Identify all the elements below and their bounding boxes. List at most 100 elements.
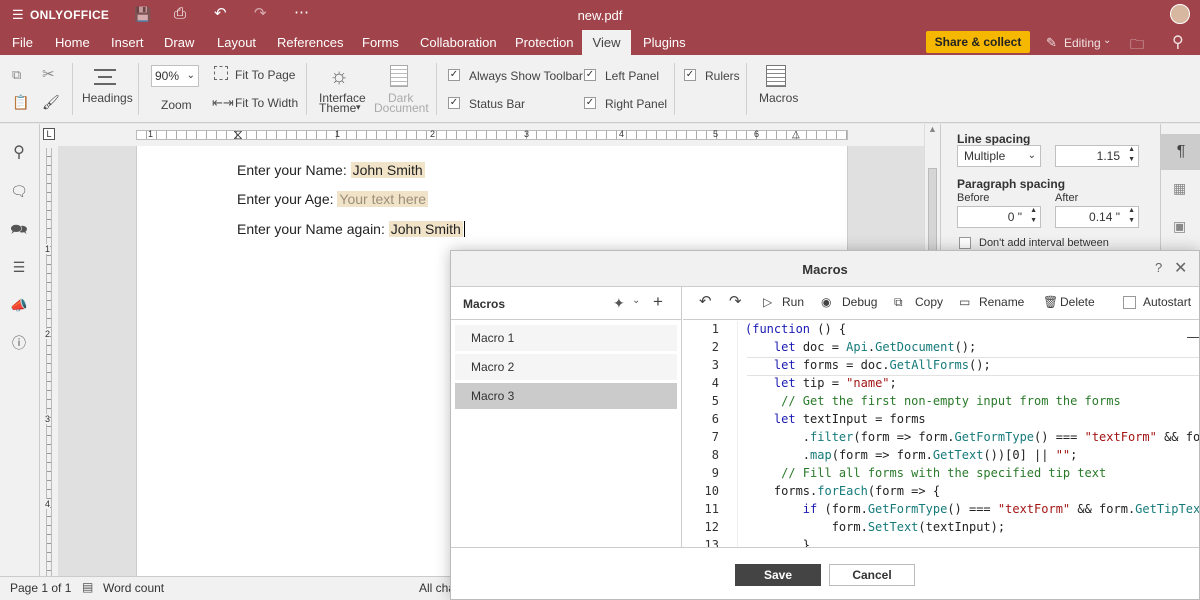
page-indicator[interactable]: Page 1 of 1 — [10, 581, 71, 595]
close-icon[interactable]: ✕ — [1174, 258, 1187, 278]
redo-icon[interactable]: ↷ — [729, 292, 742, 310]
spinner-icon[interactable]: ▲ ▼ — [1128, 206, 1135, 226]
cut-icon[interactable]: ✂ — [42, 65, 55, 83]
line-number: 1 — [711, 322, 719, 336]
line-spacing-type: Multiple — [964, 149, 1006, 163]
after-label: After — [1055, 192, 1079, 204]
line-spacing-type-select[interactable]: Multiple ⌄ — [957, 145, 1041, 167]
line-number: 2 — [711, 340, 719, 354]
age-field[interactable]: Your text here — [337, 191, 429, 207]
dialog-header: Macros ? ✕ — [451, 251, 1199, 287]
navigation-icon[interactable]: ☰ — [10, 258, 28, 276]
chat-icon[interactable]: 🗪 — [10, 220, 28, 238]
search-icon[interactable]: ⚲ — [10, 144, 28, 162]
dont-add-interval-checkbox[interactable] — [959, 237, 971, 249]
fit-to-width-icon: ⇤⇥ — [212, 95, 234, 110]
line-number: 12 — [704, 520, 719, 534]
zoom-select[interactable]: 90% ⌄ — [151, 65, 199, 87]
tab-layout[interactable]: Layout — [211, 30, 262, 55]
word-count-button[interactable]: Word count — [103, 581, 164, 595]
right-panel-checkbox[interactable]: ✓ — [584, 97, 596, 109]
sun-icon: ☼ — [329, 63, 350, 88]
comments-icon[interactable]: 🗨 — [10, 182, 28, 200]
table-settings-icon[interactable]: ▦ — [1173, 180, 1186, 197]
macros-icon[interactable] — [766, 65, 786, 87]
status-bar-checkbox[interactable]: ✓ — [448, 97, 460, 109]
scroll-up-icon[interactable]: ▲ — [928, 124, 937, 134]
tab-forms[interactable]: Forms — [356, 30, 405, 55]
code-editor[interactable]: 1 2 3 4 5 6 7 8 9 10 11 12 13 (function … — [683, 321, 1199, 547]
macros-dialog: Macros ? ✕ Macros ✦ ⌄ + Macro 1 Macro 2 … — [450, 250, 1200, 600]
tab-references[interactable]: References — [271, 30, 349, 55]
run-button[interactable]: Run — [782, 295, 804, 309]
rulers-checkbox[interactable]: ✓ — [684, 69, 696, 81]
cancel-button[interactable]: Cancel — [829, 564, 915, 586]
zoom-value: 90% — [155, 69, 180, 83]
share-collect-button[interactable]: Share & collect — [926, 31, 1030, 53]
avatar[interactable] — [1170, 4, 1190, 24]
ruler-tick: 2 — [430, 129, 436, 139]
save-button[interactable]: Save — [735, 564, 821, 586]
image-settings-icon[interactable]: ▣ — [1173, 218, 1186, 235]
fit-to-page-button[interactable]: Fit To Page — [235, 68, 295, 82]
macro-item-3[interactable]: Macro 3 — [455, 383, 677, 409]
paste-icon[interactable]: 📋 — [12, 94, 29, 111]
zoom-label: Zoom — [161, 98, 192, 112]
spinner-icon[interactable]: ▲ ▼ — [1128, 145, 1135, 165]
name-again-label: Enter your Name again: — [237, 221, 385, 237]
dark-document-icon — [390, 65, 408, 87]
rename-icon: ▭ — [959, 295, 971, 309]
word-count-icon: ▤ — [82, 580, 94, 594]
rename-button[interactable]: Rename — [979, 295, 1024, 309]
tab-collaboration[interactable]: Collaboration — [414, 30, 503, 55]
scrollbar-thumb[interactable] — [928, 168, 937, 254]
code-line: let textInput = forms — [773, 412, 926, 426]
add-macro-icon[interactable]: + — [653, 292, 663, 312]
spacing-before-input[interactable]: 0 " ▲ ▼ — [957, 206, 1041, 228]
fit-to-width-button[interactable]: Fit To Width — [235, 96, 298, 110]
always-show-toolbar-checkbox[interactable]: ✓ — [448, 69, 460, 81]
tab-file[interactable]: File — [6, 30, 39, 55]
tab-view[interactable]: View — [582, 30, 631, 55]
name-again-field[interactable]: John Smith — [388, 221, 463, 237]
vertical-ruler: L 1 2 3 4 — [40, 124, 58, 576]
right-indent-marker[interactable]: △ — [792, 129, 800, 140]
tab-home[interactable]: Home — [49, 30, 96, 55]
search-icon[interactable]: ⚲ — [1172, 32, 1184, 52]
line-spacing-value-input[interactable]: 1.15 ▲ ▼ — [1055, 145, 1139, 167]
autostart-checkbox[interactable] — [1123, 296, 1136, 309]
headings-button[interactable]: Headings — [82, 91, 133, 105]
indent-marker[interactable]: ⧖ — [233, 126, 243, 143]
macros-button[interactable]: Macros — [759, 91, 798, 105]
paragraph-settings-icon[interactable]: ¶ — [1161, 134, 1200, 170]
editing-mode-dropdown[interactable]: Editing — [1064, 36, 1101, 50]
text-cursor — [463, 221, 465, 237]
name-field[interactable]: John Smith — [350, 162, 425, 178]
tab-draw[interactable]: Draw — [158, 30, 200, 55]
line-number: 4 — [711, 376, 719, 390]
tab-plugins[interactable]: Plugins — [637, 30, 692, 55]
about-icon[interactable]: ⓘ — [10, 334, 28, 352]
paragraph-spacing-heading: Paragraph spacing — [957, 177, 1066, 191]
tab-stop-selector[interactable]: L — [43, 128, 55, 140]
undo-icon[interactable]: ↶ — [699, 292, 712, 310]
copy-icon[interactable]: ⧉ — [12, 67, 21, 83]
macro-item-2[interactable]: Macro 2 — [455, 354, 677, 380]
chevron-down-icon[interactable]: ⌄ — [632, 295, 640, 306]
tab-insert[interactable]: Insert — [105, 30, 150, 55]
feedback-icon[interactable]: 📣 — [10, 296, 28, 314]
ai-magic-icon[interactable]: ✦ — [613, 295, 625, 312]
delete-button[interactable]: Delete — [1060, 295, 1095, 309]
spacing-after-input[interactable]: 0.14 " ▲ ▼ — [1055, 206, 1139, 228]
debug-button[interactable]: Debug — [842, 295, 877, 309]
format-painter-icon[interactable]: 🖌 — [42, 94, 60, 111]
macro-item-1[interactable]: Macro 1 — [455, 325, 677, 351]
help-icon[interactable]: ? — [1155, 260, 1162, 275]
copy-button[interactable]: Copy — [915, 295, 943, 309]
left-panel-checkbox[interactable]: ✓ — [584, 69, 596, 81]
before-label: Before — [957, 192, 990, 204]
spinner-icon[interactable]: ▲ ▼ — [1030, 206, 1037, 226]
tab-protection[interactable]: Protection — [509, 30, 580, 55]
dark-document-label-2: Document — [374, 101, 429, 115]
interface-theme-label-2[interactable]: Theme — [319, 101, 356, 115]
